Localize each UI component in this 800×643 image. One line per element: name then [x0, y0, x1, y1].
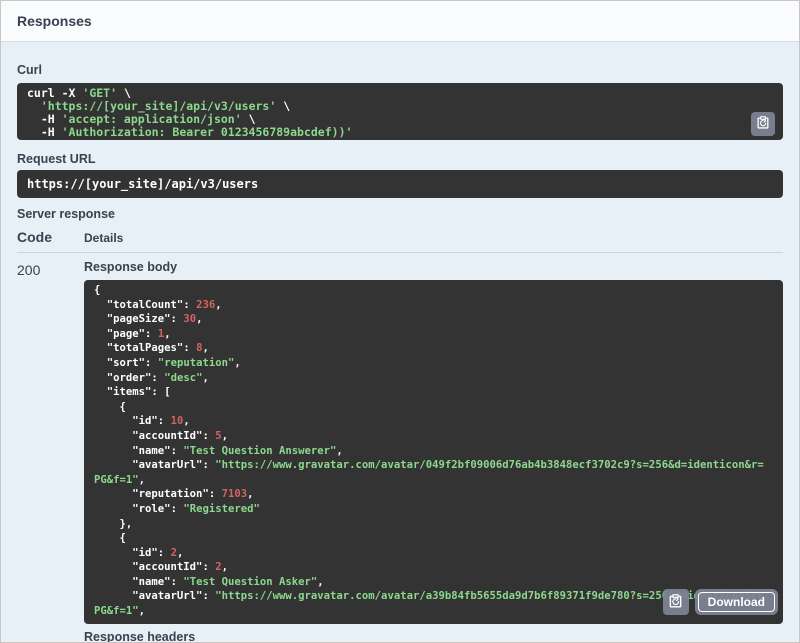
- curl-command-block[interactable]: curl -X 'GET' \ 'https://[your_site]/api…: [17, 83, 783, 140]
- response-details: Response body { "totalCount": 236, "page…: [84, 260, 783, 643]
- response-copy-button[interactable]: [662, 589, 689, 615]
- responses-section-header[interactable]: Responses: [1, 1, 799, 42]
- response-row-200: 200 Response body { "totalCount": 236, "…: [17, 253, 783, 643]
- response-body-json: { "totalCount": 236, "pageSize": 30, "pa…: [94, 284, 764, 618]
- download-button-label: Download: [697, 592, 775, 612]
- responses-section-body: Curl curl -X 'GET' \ 'https://[your_site…: [1, 63, 799, 643]
- request-url-block[interactable]: https://[your_site]/api/v3/users: [17, 170, 783, 198]
- download-button[interactable]: Download: [694, 589, 778, 615]
- curl-copy-button[interactable]: [751, 112, 775, 136]
- curl-command-text: curl -X 'GET' \ 'https://[your_site]/api…: [27, 86, 353, 139]
- curl-label: Curl: [17, 63, 42, 77]
- request-url-label: Request URL: [17, 152, 96, 166]
- responses-panel: Responses Curl curl -X 'GET' \ 'https://…: [0, 0, 800, 643]
- response-body-actions: Download: [662, 589, 778, 615]
- copy-icon: [756, 115, 770, 133]
- response-body-wrap: { "totalCount": 236, "pageSize": 30, "pa…: [84, 280, 783, 624]
- status-code: 200: [17, 262, 41, 278]
- server-response-label: Server response: [17, 207, 115, 221]
- details-column-header: Details: [84, 231, 124, 245]
- response-table-header: Code Details: [17, 229, 783, 245]
- section-title: Responses: [17, 13, 92, 29]
- response-headers-label: Response headers: [84, 630, 196, 643]
- request-url-text: https://[your_site]/api/v3/users: [27, 177, 259, 191]
- code-column-header: Code: [17, 229, 52, 245]
- copy-icon: [668, 593, 683, 612]
- response-body-label: Response body: [84, 260, 178, 274]
- response-body-block[interactable]: { "totalCount": 236, "pageSize": 30, "pa…: [84, 280, 783, 624]
